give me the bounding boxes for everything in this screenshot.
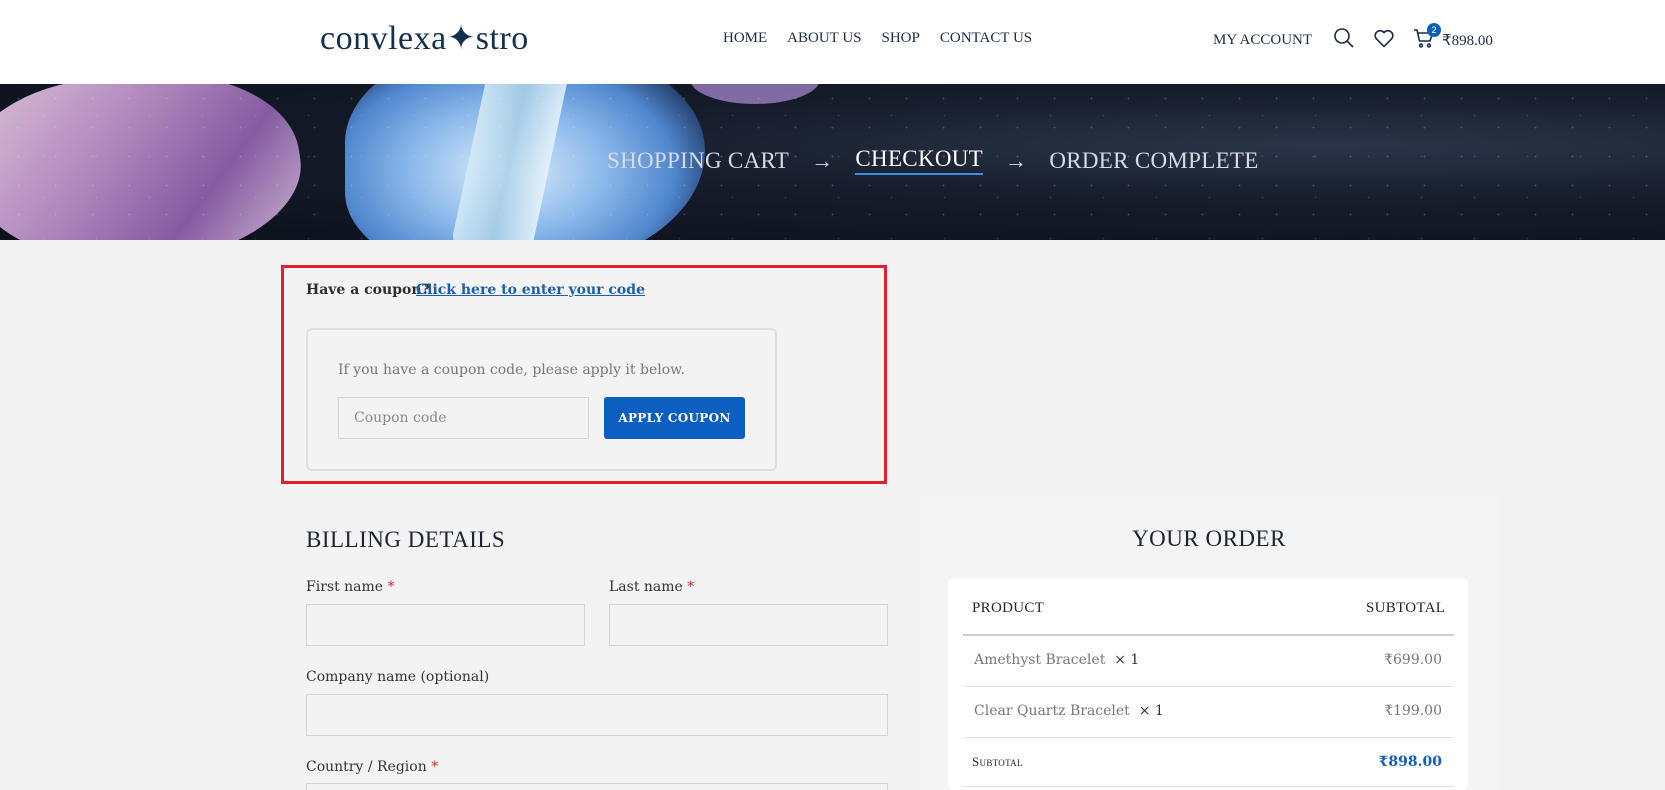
table-divider bbox=[963, 686, 1454, 687]
checkout-steps: SHOPPING CART → CHECKOUT → ORDER COMPLET… bbox=[607, 146, 1259, 175]
last-name-field[interactable] bbox=[609, 604, 888, 646]
coupon-question: Have a coupon? bbox=[306, 282, 430, 298]
order-item-price: ₹699.00 bbox=[1384, 652, 1442, 668]
apply-coupon-button[interactable]: APPLY COUPON bbox=[604, 397, 745, 439]
nav-shop[interactable]: SHOP bbox=[882, 30, 920, 47]
cart-count-badge: 2 bbox=[1427, 23, 1442, 37]
table-divider bbox=[963, 737, 1454, 738]
country-region-label: Country / Region * bbox=[306, 759, 439, 775]
product-column-header: PRODUCT bbox=[972, 600, 1045, 616]
checkout-hero-banner: SHOPPING CART → CHECKOUT → ORDER COMPLET… bbox=[0, 84, 1665, 240]
coupon-code-input[interactable] bbox=[338, 397, 589, 439]
nav-contact-us[interactable]: CONTACT US bbox=[940, 30, 1032, 47]
order-item-name: Amethyst Bracelet × 1 bbox=[974, 652, 1140, 668]
step-checkout: CHECKOUT bbox=[855, 146, 984, 175]
step-arrow-icon: → bbox=[1005, 147, 1028, 173]
required-mark: * bbox=[687, 579, 695, 595]
company-name-label: Company name (optional) bbox=[306, 669, 490, 685]
nav-home[interactable]: HOME bbox=[723, 30, 767, 47]
site-header: convlexa✦stro HOME ABOUT US SHOP CONTACT… bbox=[0, 0, 1665, 84]
table-divider bbox=[963, 786, 1454, 787]
nav-about-us[interactable]: ABOUT US bbox=[787, 30, 861, 47]
heart-icon[interactable] bbox=[1372, 26, 1396, 50]
first-name-field[interactable] bbox=[306, 604, 585, 646]
main-nav: HOME ABOUT US SHOP CONTACT US bbox=[723, 30, 1032, 47]
cart-button[interactable]: 2 ₹898.00 bbox=[1412, 23, 1493, 50]
step-order-complete: ORDER COMPLETE bbox=[1049, 147, 1259, 173]
my-account-link[interactable]: MY ACCOUNT bbox=[1213, 32, 1312, 49]
step-shopping-cart[interactable]: SHOPPING CART bbox=[607, 148, 789, 174]
order-item-name: Clear Quartz Bracelet × 1 bbox=[974, 703, 1164, 719]
site-logo[interactable]: convlexa✦stro bbox=[320, 18, 529, 58]
cart-total: ₹898.00 bbox=[1442, 32, 1493, 49]
subtotal-value: ₹898.00 bbox=[1378, 754, 1442, 770]
header-actions: MY ACCOUNT 2 ₹898.00 bbox=[1213, 23, 1493, 50]
coupon-toggle-link[interactable]: Click here to enter your code bbox=[416, 282, 645, 298]
billing-details-heading: BILLING DETAILS bbox=[306, 527, 506, 552]
country-region-select[interactable] bbox=[306, 783, 888, 790]
table-divider bbox=[963, 634, 1454, 636]
subtotal-column-header: SUBTOTAL bbox=[1366, 600, 1446, 616]
search-icon[interactable] bbox=[1332, 26, 1356, 50]
company-name-field[interactable] bbox=[306, 694, 888, 736]
required-mark: * bbox=[431, 759, 439, 775]
order-item-price: ₹199.00 bbox=[1384, 703, 1442, 719]
last-name-label: Last name * bbox=[609, 579, 695, 595]
coupon-info-text: If you have a coupon code, please apply … bbox=[338, 362, 685, 378]
your-order-heading: YOUR ORDER bbox=[1132, 526, 1286, 551]
step-arrow-icon: → bbox=[811, 147, 834, 173]
first-name-label: First name * bbox=[306, 579, 395, 595]
required-mark: * bbox=[387, 579, 395, 595]
subtotal-label: Subtotal bbox=[972, 754, 1023, 769]
